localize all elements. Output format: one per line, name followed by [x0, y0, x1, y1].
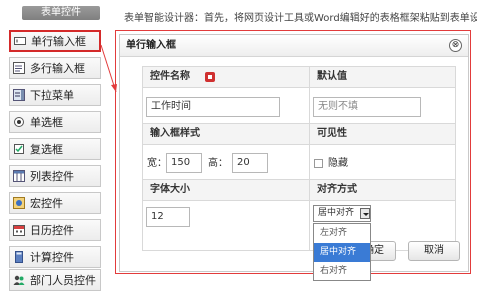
default-value-input[interactable]: 无则不填	[313, 97, 421, 117]
width-label: 宽：	[147, 158, 167, 169]
alignment-select[interactable]: 居中对齐	[313, 205, 371, 222]
height-label: 高：	[208, 158, 228, 169]
grid-divider	[309, 66, 310, 251]
single-line-input-dialog: 单行输入框 ⊗ 控件名称 默认值 工作时间 无则不填 输入框样式 可见性 宽： …	[119, 34, 469, 272]
option-right-align[interactable]: 右对齐	[314, 262, 370, 281]
alignment-selected-value: 居中对齐	[318, 208, 355, 218]
visibility-label: 可见性	[310, 124, 455, 144]
option-center-align[interactable]: 居中对齐	[314, 243, 370, 262]
height-input[interactable]: 20	[232, 153, 268, 173]
option-left-align[interactable]: 左对齐	[314, 224, 370, 243]
font-size-label: 字体大小	[143, 180, 309, 200]
field-name-label-cell: 控件名称	[143, 67, 309, 87]
hidden-checkbox[interactable]	[314, 159, 323, 168]
width-input[interactable]: 150	[166, 153, 202, 173]
dialog-title: 单行输入框	[120, 35, 468, 57]
font-size-input[interactable]: 12	[146, 207, 190, 227]
chevron-down-icon[interactable]	[360, 208, 370, 219]
field-name-input[interactable]: 工作时间	[146, 97, 280, 117]
cancel-button[interactable]: 取消	[408, 241, 460, 261]
required-icon	[205, 72, 215, 82]
alignment-label: 对齐方式	[310, 180, 455, 200]
alignment-dropdown-list: 左对齐 居中对齐 右对齐	[313, 223, 371, 281]
field-name-label: 控件名称	[150, 71, 190, 82]
close-icon[interactable]: ⊗	[449, 39, 462, 52]
hidden-label: 隐藏	[328, 158, 348, 169]
grid-line	[143, 200, 455, 201]
grid-line	[143, 87, 455, 88]
input-style-label: 输入框样式	[143, 124, 309, 144]
grid-line	[143, 144, 455, 145]
default-value-label: 默认值	[310, 67, 455, 87]
